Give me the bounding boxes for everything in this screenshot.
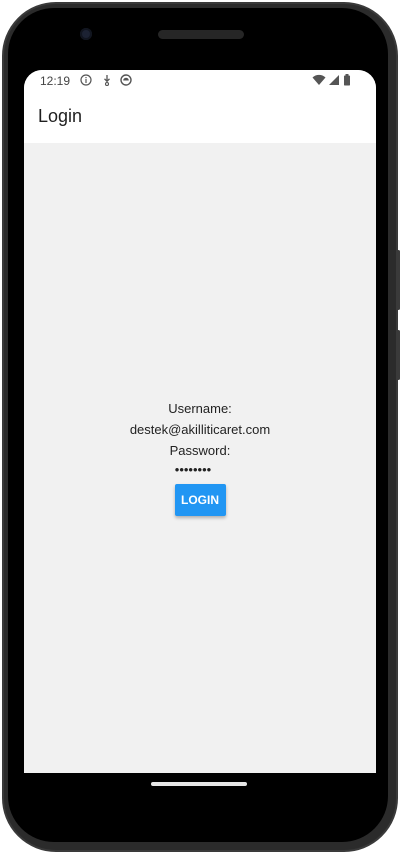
username-field[interactable]: destek@akilliticaret.com xyxy=(24,419,376,440)
earpiece-speaker xyxy=(158,30,244,39)
home-indicator[interactable] xyxy=(151,782,247,786)
username-label: Username: xyxy=(168,401,232,416)
wifi-icon xyxy=(312,74,326,86)
login-form: Username: destek@akilliticaret.com Passw… xyxy=(24,398,376,516)
screen: 12:19 Login Username: destek@akilliticar… xyxy=(24,70,376,773)
password-label: Password: xyxy=(169,443,231,458)
app-bar: Login xyxy=(24,94,376,143)
password-field[interactable]: •••••••• xyxy=(24,461,376,478)
device: 12:19 Login Username: destek@akilliticar… xyxy=(0,0,400,854)
download-icon xyxy=(101,74,113,87)
status-bar: 12:19 xyxy=(24,70,376,94)
notification-icon xyxy=(120,74,132,86)
info-icon xyxy=(80,74,92,86)
login-content: Username: destek@akilliticaret.com Passw… xyxy=(24,143,376,773)
front-camera xyxy=(80,28,92,40)
battery-icon xyxy=(343,74,351,86)
status-time: 12:19 xyxy=(40,74,71,88)
page-title: Login xyxy=(38,106,83,126)
login-button[interactable]: LOGIN xyxy=(174,484,226,516)
cell-signal-icon xyxy=(328,74,340,86)
